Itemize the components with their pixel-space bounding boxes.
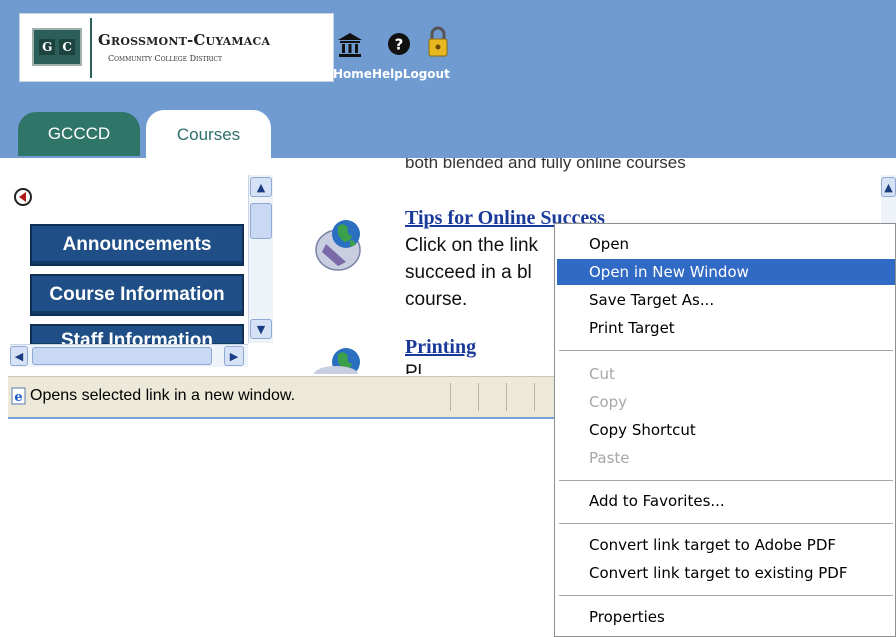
logo-mark: G C [32, 28, 82, 66]
menu-separator [559, 350, 893, 351]
globe-printer-icon [314, 348, 360, 374]
status-divider [478, 383, 479, 411]
menu-item-copy-shortcut[interactable]: Copy Shortcut [557, 417, 895, 443]
sidebar-item-announcements[interactable]: Announcements [30, 224, 244, 266]
svg-text:?: ? [395, 36, 404, 54]
sidebar-scroll-thumb[interactable] [250, 203, 272, 239]
status-divider [534, 383, 535, 411]
status-text: Opens selected link in a new window. [30, 387, 296, 404]
menu-separator [559, 523, 893, 524]
tips-text-line-2: succeed in a bl [405, 262, 532, 283]
menu-item-convert-to-existing-pdf[interactable]: Convert link target to existing PDF [557, 560, 895, 586]
back-arrow-icon[interactable] [14, 188, 32, 206]
menu-item-copy: Copy [589, 393, 628, 411]
printing-text-line-1: Pl [405, 362, 422, 374]
scroll-left-icon[interactable]: ◀ [10, 346, 28, 366]
menu-separator [559, 480, 893, 481]
globe-document-icon [315, 220, 361, 271]
context-menu: Open Open in New Window Save Target As..… [554, 223, 896, 637]
ie-page-icon: e [11, 387, 26, 405]
menu-separator [559, 595, 893, 596]
lock-icon[interactable] [427, 26, 449, 58]
menu-item-save-target-as[interactable]: Save Target As... [557, 287, 895, 313]
home-link[interactable]: Home [333, 67, 372, 81]
home-icon[interactable] [337, 32, 363, 58]
menu-item-add-to-favorites[interactable]: Add to Favorites... [557, 488, 895, 514]
sidebar-horizontal-scrollbar[interactable]: ◀ ▶ [10, 344, 248, 367]
scroll-up-icon[interactable]: ▲ [250, 177, 272, 197]
menu-item-open[interactable]: Open [557, 231, 895, 257]
logo-divider [90, 18, 92, 78]
menu-item-cut: Cut [589, 365, 615, 383]
scroll-right-icon[interactable]: ▶ [224, 346, 244, 366]
menu-item-paste: Paste [589, 449, 630, 467]
sidebar-item-course-information[interactable]: Course Information [30, 274, 244, 316]
district-logo[interactable]: G C Grossmont-Cuyamaca Community College… [19, 13, 334, 82]
help-link[interactable]: Help [372, 67, 403, 81]
logo-subtitle: Community College District [108, 54, 222, 63]
tab-courses[interactable]: Courses [146, 110, 271, 160]
truncated-line: both blended and fully online courses [405, 158, 686, 172]
logo-mark-g: G [39, 39, 56, 55]
sidebar-hscroll-thumb[interactable] [32, 347, 212, 365]
menu-item-properties[interactable]: Properties [557, 604, 895, 630]
menu-item-print-target[interactable]: Print Target [557, 315, 895, 341]
tips-text-line-1: Click on the link [405, 235, 539, 256]
tab-gcccd[interactable]: GCCCD [18, 112, 140, 156]
help-icon[interactable]: ? [387, 32, 411, 56]
tips-text-line-3: course. [405, 289, 468, 310]
logout-link[interactable]: Logout [403, 67, 450, 81]
svg-text:e: e [14, 390, 22, 405]
menu-item-convert-to-adobe-pdf[interactable]: Convert link target to Adobe PDF [557, 532, 895, 558]
main-scroll-up-icon[interactable]: ▲ [881, 177, 896, 197]
logo-mark-c: C [59, 39, 75, 55]
top-nav-labels: HomeHelpLogout [333, 67, 450, 81]
status-divider [506, 383, 507, 411]
status-divider [450, 383, 451, 411]
scroll-down-icon[interactable]: ▼ [250, 319, 272, 339]
printing-link[interactable]: Printing [405, 336, 476, 359]
menu-item-open-in-new-window[interactable]: Open in New Window [557, 259, 895, 285]
logo-title: Grossmont-Cuyamaca [98, 31, 271, 49]
sidebar-vertical-scrollbar[interactable]: ▲ ▼ [248, 175, 273, 343]
